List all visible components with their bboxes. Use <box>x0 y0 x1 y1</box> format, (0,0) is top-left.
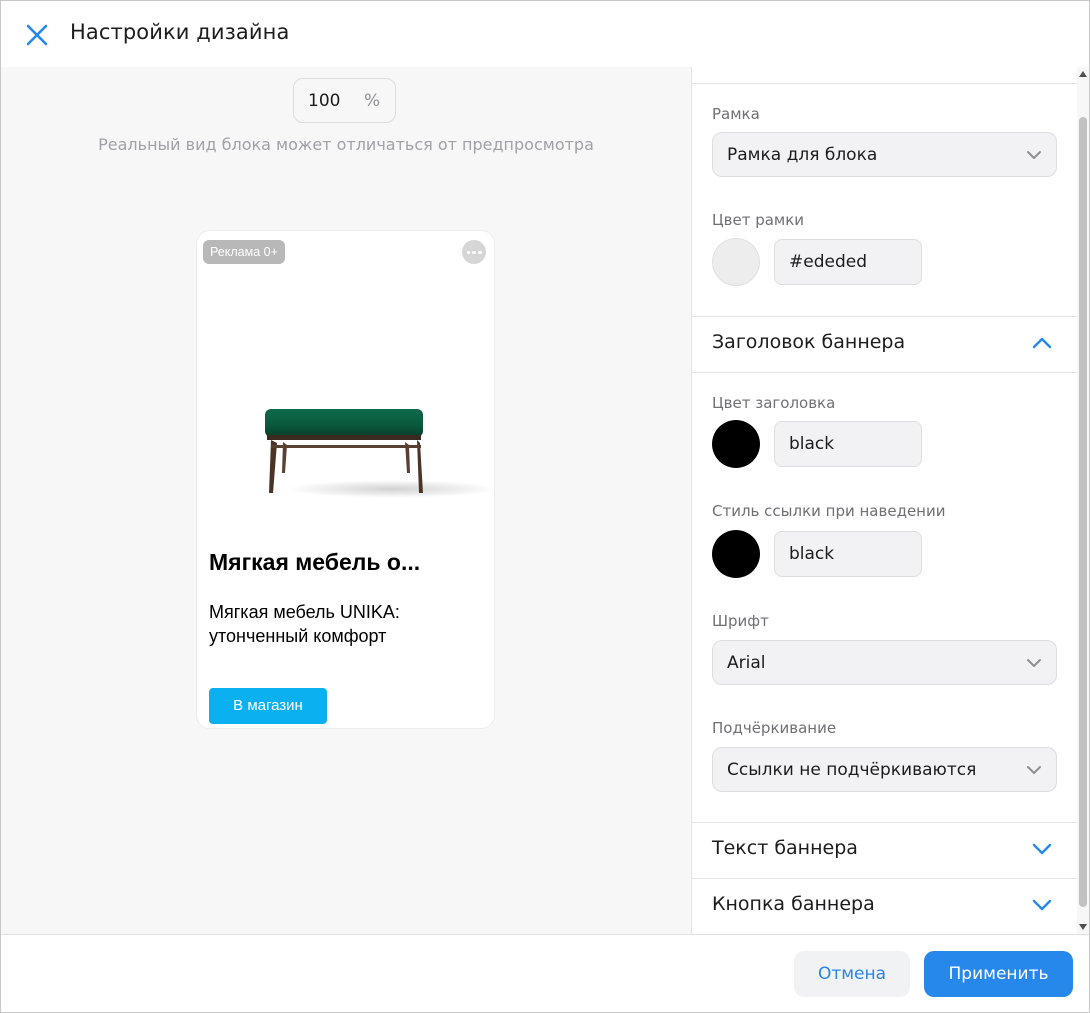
settings-panel: Рамка Рамка для блока Цвет рамки Заголов… <box>691 67 1077 934</box>
frame-select[interactable]: Рамка для блока <box>712 132 1057 177</box>
chevron-down-icon <box>1027 151 1041 159</box>
link-hover-label: Стиль ссылки при наведении <box>712 502 946 520</box>
frame-label: Рамка <box>712 105 760 123</box>
banner-shop-button[interactable]: В магазин <box>209 688 327 724</box>
dialog-header: Настройки дизайна <box>1 1 1089 67</box>
banner-text: Мягкая мебель UNIKA: утонченный комфорт <box>209 602 400 646</box>
zoom-field[interactable]: 100 % <box>293 78 396 123</box>
section-text-banner[interactable]: Текст баннера <box>692 823 1077 875</box>
ad-badge: Реклама 0+ <box>203 240 285 264</box>
panel-scrollbar[interactable] <box>1077 67 1089 934</box>
font-select[interactable]: Arial <box>712 640 1057 685</box>
divider <box>692 83 1077 84</box>
heading-color-input[interactable] <box>774 421 922 467</box>
cancel-button[interactable]: Отмена <box>794 951 910 997</box>
zoom-value[interactable]: 100 <box>308 91 340 111</box>
chevron-down-icon <box>1027 659 1041 667</box>
chevron-up-icon <box>1032 337 1052 349</box>
banner-preview: Реклама 0+ Мягкая мебель о... Мягкая меб… <box>196 230 495 729</box>
section-button-banner[interactable]: Кнопка баннера <box>692 879 1077 931</box>
font-label: Шрифт <box>712 612 769 630</box>
section-text-title: Текст баннера <box>712 837 858 859</box>
underline-label: Подчёркивание <box>712 719 837 737</box>
scroll-thumb[interactable] <box>1079 117 1087 907</box>
product-image <box>265 409 494 498</box>
apply-button[interactable]: Применить <box>924 951 1073 997</box>
divider <box>692 372 1077 373</box>
frame-color-input[interactable] <box>774 239 922 285</box>
scroll-down-arrow-icon[interactable] <box>1079 924 1087 930</box>
section-heading-banner[interactable]: Заголовок баннера <box>692 317 1077 369</box>
dialog-title: Настройки дизайна <box>70 20 290 44</box>
section-heading-title: Заголовок баннера <box>712 331 906 353</box>
banner-heading[interactable]: Мягкая мебель о... <box>209 549 420 576</box>
more-icon[interactable] <box>462 240 486 264</box>
design-settings-dialog: Настройки дизайна 100 % Реальный вид бло… <box>0 0 1090 1013</box>
close-icon[interactable] <box>23 21 51 49</box>
link-hover-color-input[interactable] <box>774 531 922 577</box>
frame-color-swatch[interactable] <box>712 238 760 286</box>
frame-color-label: Цвет рамки <box>712 211 805 229</box>
zoom-unit: % <box>364 91 381 111</box>
font-select-value: Arial <box>727 653 766 673</box>
section-button-title: Кнопка баннера <box>712 893 875 915</box>
preview-area: 100 % Реальный вид блока может отличатьс… <box>1 67 691 934</box>
scroll-up-arrow-icon[interactable] <box>1079 71 1087 77</box>
preview-note: Реальный вид блока может отличаться от п… <box>98 135 594 154</box>
frame-select-value: Рамка для блока <box>727 145 878 165</box>
chevron-down-icon <box>1027 766 1041 774</box>
chevron-down-icon <box>1032 843 1052 855</box>
link-hover-color-swatch[interactable] <box>712 530 760 578</box>
heading-color-swatch[interactable] <box>712 420 760 468</box>
dialog-footer: Отмена Применить <box>1 934 1089 1012</box>
chevron-down-icon <box>1032 899 1052 911</box>
underline-select-value: Ссылки не подчёркиваются <box>727 760 977 780</box>
heading-color-label: Цвет заголовка <box>712 394 836 412</box>
underline-select[interactable]: Ссылки не подчёркиваются <box>712 747 1057 792</box>
